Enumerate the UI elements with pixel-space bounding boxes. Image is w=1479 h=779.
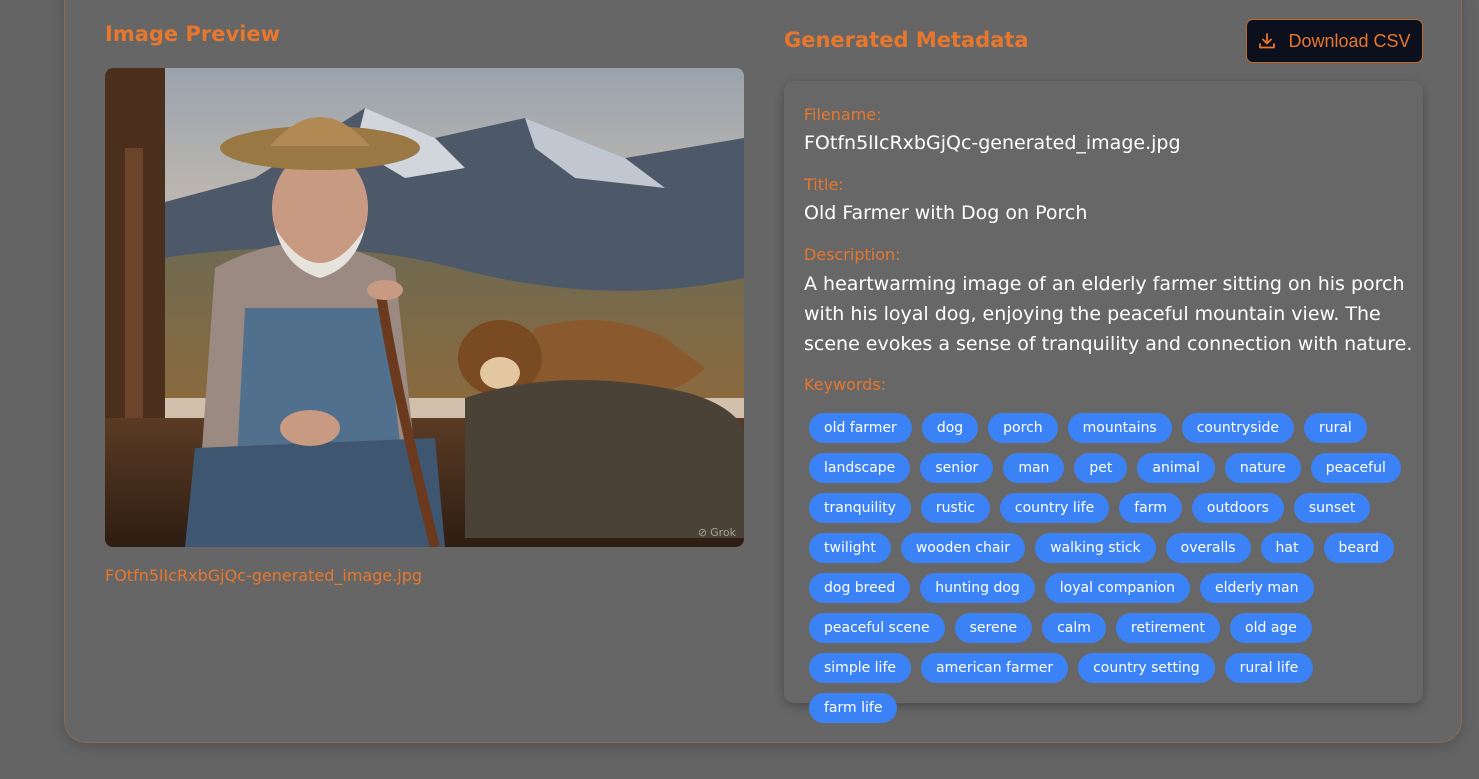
description-label: Description: — [804, 245, 901, 264]
download-icon — [1259, 33, 1276, 49]
download-csv-label: Download CSV — [1288, 30, 1411, 51]
filename-label: Filename: — [804, 105, 882, 124]
keyword-tag: walking stick — [1035, 533, 1156, 563]
grok-logo-icon: ⊘ — [697, 526, 708, 539]
generated-metadata-heading: Generated Metadata — [784, 28, 1029, 52]
keyword-tag: wooden chair — [900, 533, 1026, 563]
keyword-tag: dog — [921, 413, 979, 443]
keyword-tag: mountains — [1067, 413, 1172, 443]
keyword-tag: nature — [1224, 453, 1301, 483]
keyword-tag: calm — [1042, 613, 1106, 643]
keyword-tag: farm — [1119, 493, 1182, 523]
keyword-tag: farm life — [809, 693, 898, 723]
keyword-tag: man — [1003, 453, 1065, 483]
download-csv-button[interactable]: Download CSV — [1246, 19, 1423, 63]
keyword-tag: hat — [1260, 533, 1314, 563]
image-preview-heading: Image Preview — [105, 22, 280, 46]
keyword-tags: old farmer dog porch mountains countryside ru… — [809, 413, 1409, 723]
keyword-tag: rural — [1303, 413, 1367, 443]
keyword-tag: overalls — [1165, 533, 1251, 563]
keyword-tag: tranquility — [809, 493, 911, 523]
keyword-tag: hunting dog — [920, 573, 1035, 603]
keyword-tag: american farmer — [920, 653, 1069, 683]
preview-filename: FOtfn5lIcRxbGjQc-generated_image.jpg — [105, 566, 423, 585]
keyword-tag: twilight — [809, 533, 891, 563]
keywords-label: Keywords: — [804, 375, 887, 394]
keyword-tag: outdoors — [1191, 493, 1284, 523]
keyword-tag: sunset — [1293, 493, 1371, 523]
keyword-tag: old farmer — [809, 413, 912, 443]
keyword-tag: animal — [1137, 453, 1215, 483]
keyword-tag: country setting — [1078, 653, 1215, 683]
keyword-tag: serene — [954, 613, 1033, 643]
preview-image: ⊘ Grok — [105, 68, 744, 547]
title-value: Old Farmer with Dog on Porch — [804, 202, 1088, 224]
keyword-tag: old age — [1230, 613, 1312, 643]
keyword-tag: landscape — [809, 453, 911, 483]
keyword-tag: peaceful — [1310, 453, 1401, 483]
keyword-tag: retirement — [1115, 613, 1221, 643]
metadata-card: Filename: FOtfn5lIcRxbGjQc-generated_ima… — [784, 81, 1423, 723]
keyword-tag: porch — [988, 413, 1058, 443]
keyword-tag: countryside — [1181, 413, 1294, 443]
keyword-tag: rustic — [920, 493, 990, 523]
farmer-photo — [105, 68, 744, 547]
title-label: Title: — [804, 175, 844, 194]
keyword-tag: rural life — [1224, 653, 1314, 683]
keyword-tag: pet — [1074, 453, 1128, 483]
keyword-tag: loyal companion — [1044, 573, 1191, 603]
description-value: A heartwarming image of an elderly farme… — [804, 273, 1413, 355]
filename-value: FOtfn5lIcRxbGjQc-generated_image.jpg — [804, 132, 1181, 154]
keyword-tag: elderly man — [1200, 573, 1314, 603]
keyword-tag: peaceful scene — [809, 613, 945, 643]
grok-watermark: ⊘ Grok — [697, 526, 736, 539]
keyword-tag: dog breed — [809, 573, 911, 603]
keyword-tag: senior — [920, 453, 994, 483]
keyword-tag: simple life — [809, 653, 911, 683]
keyword-tag: country life — [999, 493, 1110, 523]
keyword-tag: beard — [1323, 533, 1394, 563]
